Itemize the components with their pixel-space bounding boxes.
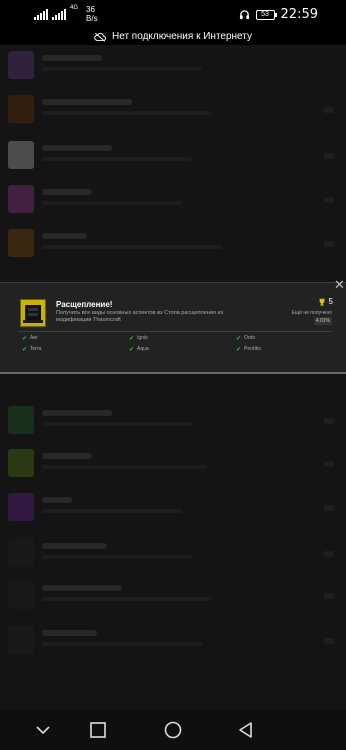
offline-text: Нет подключения к Интернету	[112, 31, 252, 42]
check-icon: ✔	[129, 346, 135, 353]
net-speed-value: 36	[86, 5, 95, 14]
check-icon: ✔	[236, 346, 242, 353]
offline-banner: Нет подключения к Интернету	[0, 28, 346, 45]
achievement-description: Получить все виды основных аспектов из С…	[56, 310, 224, 323]
close-icon[interactable]: ✕	[334, 278, 346, 292]
aspect-item: ✔ Perditio	[236, 346, 261, 353]
aspect-item: ✔ Aer	[22, 335, 38, 342]
network-type: 4G	[70, 5, 79, 11]
clock: 22:59	[280, 7, 318, 22]
check-icon: ✔	[22, 335, 28, 342]
status-indicators: 4G 36 B/s	[34, 5, 98, 23]
percent-badge: 4.01%	[313, 317, 332, 325]
status-right: 53 22:59	[239, 7, 318, 22]
trophy-count: 5	[318, 297, 333, 306]
trophy-icon	[319, 298, 324, 306]
divider	[18, 331, 332, 332]
aspect-item: ✔ Ignis	[129, 335, 148, 342]
aspect-item: ✔ Terra	[22, 346, 42, 353]
check-icon: ✔	[236, 335, 242, 342]
check-icon: ✔	[129, 335, 135, 342]
trophy-count-value: 5	[328, 297, 333, 306]
signal-icon	[34, 8, 48, 20]
status-bar: 4G 36 B/s 53 22:59	[0, 0, 346, 28]
cube-icon	[20, 299, 46, 327]
circle-icon[interactable]	[163, 720, 183, 740]
status-text: Ещё не получено	[291, 310, 332, 316]
net-speed-unit: B/s	[86, 14, 98, 23]
net-speed: 36 B/s	[86, 5, 98, 23]
check-icon: ✔	[22, 346, 28, 353]
battery-level: 53	[261, 10, 269, 18]
dim-overlay	[0, 45, 346, 710]
headphones-icon	[239, 10, 249, 20]
triangle-back-icon[interactable]	[236, 720, 256, 740]
achievement-popup[interactable]: ✕ Расщепление! Получить все виды основны…	[0, 278, 346, 374]
battery-icon: 53	[255, 9, 277, 20]
achievement-title: Расщепление!	[56, 300, 113, 309]
aspect-item: ✔ Ordo	[236, 335, 256, 342]
chevron-down-icon[interactable]	[33, 720, 53, 740]
signal-icon	[52, 8, 66, 20]
aspect-list: ✔ Aer ✔ Ignis ✔ Ordo ✔ Terra ✔ Aqua ✔ Perditio	[22, 334, 322, 353]
aspect-item: ✔ Aqua	[129, 346, 149, 353]
navigation-bar	[0, 710, 346, 750]
square-icon[interactable]	[88, 720, 108, 740]
cloud-off-icon	[94, 32, 106, 42]
